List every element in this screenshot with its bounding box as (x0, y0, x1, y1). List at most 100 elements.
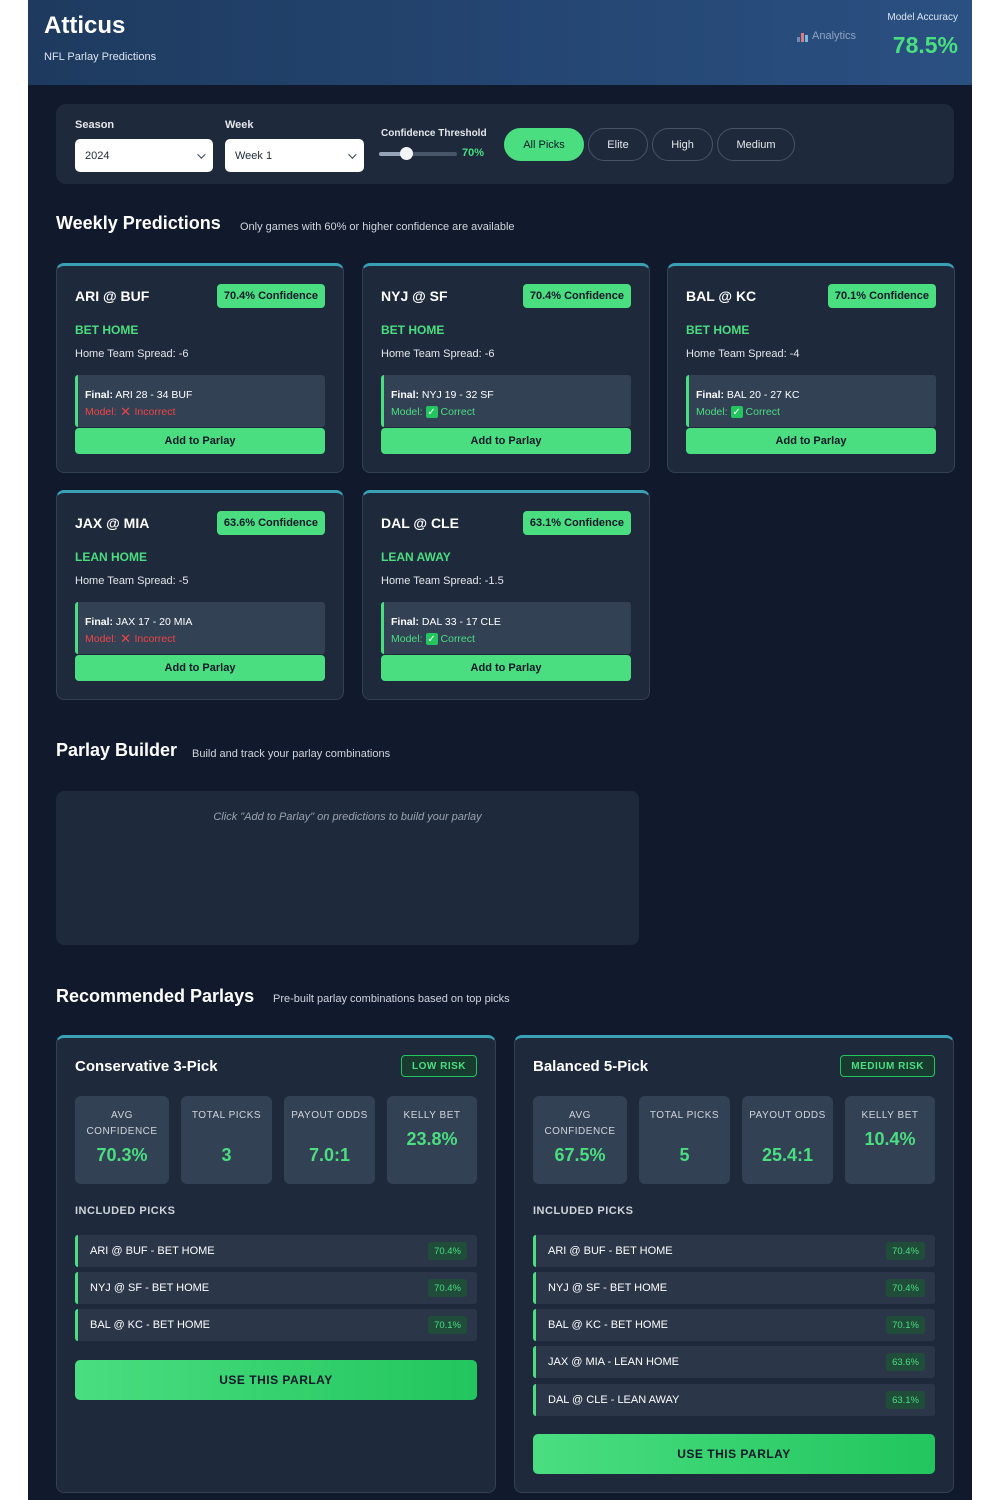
model-label: Model: (696, 406, 728, 418)
cross-icon: ✕ (120, 404, 131, 419)
matchup: JAX @ MIA (75, 515, 150, 531)
confidence-badge: 70.4% Confidence (522, 284, 631, 308)
pick-label: ARI @ BUF - BET HOME (548, 1245, 673, 1257)
pick-confidence: 70.1% (428, 1316, 467, 1334)
add-to-parlay-button[interactable]: Add to Parlay (381, 428, 631, 454)
stat-total-picks: TOTAL PICKS 3 (181, 1096, 272, 1184)
brand-title: Atticus (44, 12, 126, 39)
list-item: NYJ @ SF - BET HOME 70.4% (75, 1272, 477, 1304)
home-spread: Home Team Spread: -6 (75, 348, 189, 360)
stat-value: 25.4:1 (761, 1145, 814, 1165)
included-picks-label: INCLUDED PICKS (533, 1205, 634, 1217)
prediction-card: DAL @ CLE 63.1% Confidence LEAN AWAY Hom… (362, 490, 650, 700)
add-to-parlay-button[interactable]: Add to Parlay (75, 428, 325, 454)
matchup: ARI @ BUF (75, 288, 150, 304)
final-score-value: NYJ 19 - 32 SF (421, 389, 494, 401)
list-item: DAL @ CLE - LEAN AWAY 63.1% (533, 1384, 935, 1416)
pick-confidence: 70.4% (886, 1242, 925, 1260)
tab-medium[interactable]: Medium (717, 128, 795, 161)
check-icon: ✓ (730, 406, 743, 418)
bet-recommendation: BET HOME (686, 323, 750, 337)
pick-confidence: 70.1% (886, 1316, 925, 1334)
add-to-parlay-button[interactable]: Add to Parlay (381, 655, 631, 681)
list-item: BAL @ KC - BET HOME 70.1% (533, 1309, 935, 1341)
pick-label: BAL @ KC - BET HOME (548, 1319, 668, 1331)
list-item: BAL @ KC - BET HOME 70.1% (75, 1309, 477, 1341)
week-select-value: Week 1 (235, 149, 273, 162)
chevron-down-icon (197, 149, 206, 159)
game-result: Final: NYJ 19 - 32 SF Model: ✓ Correct (381, 375, 631, 427)
included-picks-label: INCLUDED PICKS (75, 1205, 176, 1217)
game-result: Final: BAL 20 - 27 KC Model: ✓ Correct (686, 375, 936, 427)
confidence-badge: 70.1% Confidence (827, 284, 936, 308)
stat-avg-confidence: AVG CONFIDENCE 67.5% (533, 1096, 627, 1184)
final-label: Final: (85, 389, 113, 401)
tab-elite[interactable]: Elite (588, 128, 648, 161)
home-spread: Home Team Spread: -6 (381, 348, 495, 360)
final-score: Final: JAX 17 - 20 MIA (85, 616, 192, 628)
use-parlay-button[interactable]: USE THIS PARLAY (533, 1434, 935, 1474)
final-score: Final: ARI 28 - 34 BUF (85, 389, 192, 401)
model-accuracy-label: Model Accuracy (887, 12, 958, 23)
app-root: Atticus NFL Parlay Predictions Analytics… (28, 0, 972, 1500)
confidence-threshold-slider[interactable] (379, 147, 457, 160)
use-parlay-button[interactable]: USE THIS PARLAY (75, 1360, 477, 1400)
bet-recommendation: LEAN AWAY (381, 550, 451, 564)
week-select[interactable]: Week 1 (225, 139, 364, 172)
stat-label: PAYOUT ODDS (749, 1110, 826, 1121)
chevron-down-icon (348, 149, 357, 159)
pick-label: ARI @ BUF - BET HOME (90, 1245, 215, 1257)
stat-label: TOTAL PICKS (649, 1110, 720, 1121)
final-label: Final: (391, 389, 419, 401)
parlay-card-conservative: Conservative 3-Pick LOW RISK AVG CONFIDE… (56, 1035, 496, 1493)
pick-confidence: 63.1% (886, 1391, 925, 1409)
add-to-parlay-button[interactable]: Add to Parlay (686, 428, 936, 454)
model-result-value: Correct (440, 633, 475, 645)
pick-label: JAX @ MIA - LEAN HOME (548, 1356, 679, 1368)
pick-label: NYJ @ SF - BET HOME (548, 1282, 668, 1294)
recommended-parlays-subtitle: Pre-built parlay combinations based on t… (273, 993, 510, 1005)
prediction-card: ARI @ BUF 70.4% Confidence BET HOME Home… (56, 263, 344, 473)
parlay-builder-title: Parlay Builder (56, 740, 178, 760)
list-item: ARI @ BUF - BET HOME 70.4% (533, 1235, 935, 1267)
model-label: Model: (85, 633, 117, 645)
stat-label: PAYOUT ODDS (291, 1110, 368, 1121)
model-result: Model: ✕ Incorrect (85, 631, 175, 646)
add-to-parlay-button[interactable]: Add to Parlay (75, 655, 325, 681)
tab-all-picks[interactable]: All Picks (504, 128, 584, 161)
model-result-value: Correct (440, 406, 475, 418)
stat-payout-odds: PAYOUT ODDS 7.0:1 (284, 1096, 375, 1184)
final-score-value: DAL 33 - 17 CLE (421, 616, 501, 628)
stat-kelly-bet: KELLY BET 10.4% (845, 1096, 935, 1184)
confidence-threshold-value: 70% (462, 147, 485, 159)
slider-thumb[interactable] (400, 147, 414, 160)
analytics-link[interactable]: Analytics (797, 30, 856, 42)
confidence-badge: 63.1% Confidence (522, 511, 631, 535)
week-label: Week (225, 119, 254, 131)
risk-badge: MEDIUM RISK (840, 1055, 935, 1077)
stat-label: KELLY BET (403, 1110, 461, 1121)
stat-value: 70.3% (96, 1145, 148, 1165)
confidence-badge: 63.6% Confidence (216, 511, 325, 535)
tab-high[interactable]: High (652, 128, 713, 161)
home-spread: Home Team Spread: -4 (686, 348, 800, 360)
bet-recommendation: LEAN HOME (75, 550, 147, 564)
analytics-link-label: Analytics (812, 30, 857, 42)
pick-label: NYJ @ SF - BET HOME (90, 1282, 210, 1294)
final-score: Final: DAL 33 - 17 CLE (391, 616, 501, 628)
bet-recommendation: BET HOME (381, 323, 445, 337)
recommended-parlays-title: Recommended Parlays (56, 986, 255, 1006)
season-select[interactable]: 2024 (75, 139, 213, 172)
parlay-title: Balanced 5-Pick (533, 1058, 649, 1075)
model-result: Model: ✓ Correct (696, 406, 780, 418)
model-accuracy-value: 78.5% (892, 32, 958, 58)
stat-kelly-bet: KELLY BET 23.8% (387, 1096, 477, 1184)
pick-confidence: 70.4% (886, 1279, 925, 1297)
home-spread: Home Team Spread: -1.5 (381, 575, 504, 587)
matchup: DAL @ CLE (381, 515, 459, 531)
model-result-value: Incorrect (134, 406, 176, 418)
model-result: Model: ✓ Correct (391, 633, 475, 645)
stat-value: 10.4% (864, 1129, 916, 1149)
final-score-value: ARI 28 - 34 BUF (115, 389, 193, 401)
home-spread: Home Team Spread: -5 (75, 575, 189, 587)
